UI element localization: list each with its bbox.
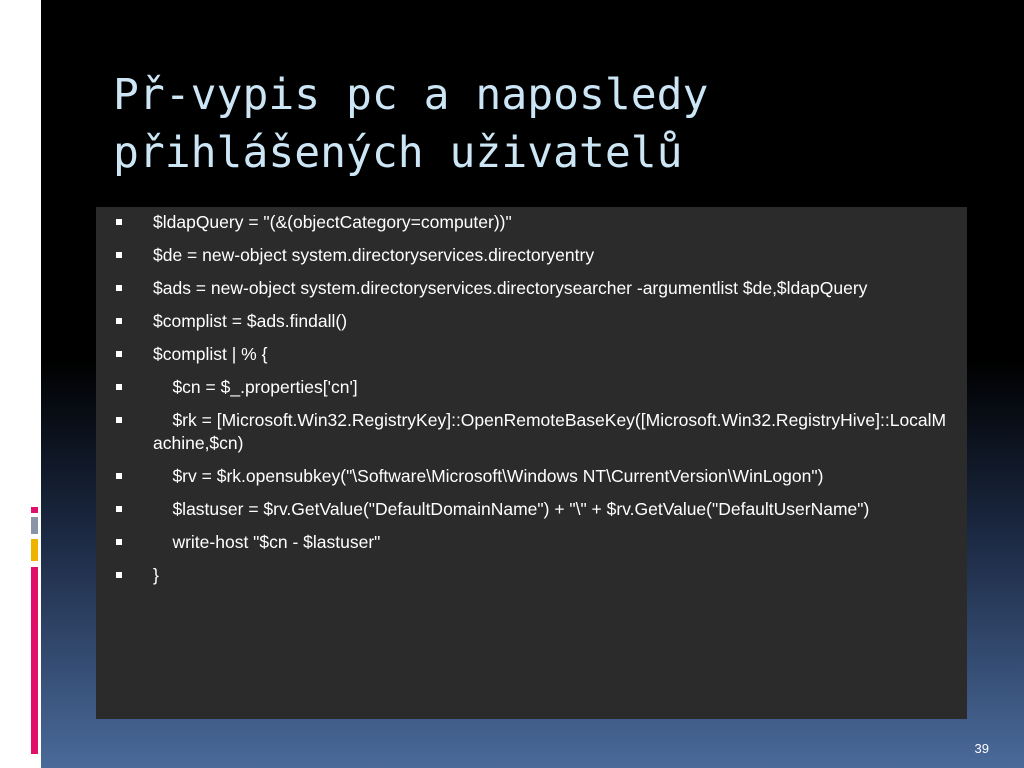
square-bullet-icon: [116, 219, 122, 225]
code-line: $lastuser = $rv.GetValue("DefaultDomainN…: [153, 499, 870, 519]
square-bullet-icon: [116, 252, 122, 258]
list-item: }: [96, 564, 967, 587]
code-line: $rk = [Microsoft.Win32.RegistryKey]::Ope…: [153, 410, 947, 453]
code-line: $complist = $ads.findall(): [153, 311, 348, 331]
code-line: write-host "$cn - $lastuser": [153, 532, 381, 552]
list-item: $ads = new-object system.directoryservic…: [96, 277, 967, 300]
accent-stripe-pink-long: [31, 567, 38, 754]
code-line: $ldapQuery = "(&(objectCategory=computer…: [153, 212, 512, 232]
square-bullet-icon: [116, 384, 122, 390]
code-bullet-list: $ldapQuery = "(&(objectCategory=computer…: [96, 207, 967, 587]
list-item: write-host "$cn - $lastuser": [96, 531, 967, 554]
square-bullet-icon: [116, 351, 122, 357]
code-content-box: $ldapQuery = "(&(objectCategory=computer…: [96, 207, 967, 719]
accent-stripe-gray: [31, 517, 38, 534]
list-item: $cn = $_.properties['cn']: [96, 376, 967, 399]
list-item: $complist | % {: [96, 343, 967, 366]
list-item: $rk = [Microsoft.Win32.RegistryKey]::Ope…: [96, 409, 967, 455]
square-bullet-icon: [116, 285, 122, 291]
square-bullet-icon: [116, 572, 122, 578]
list-item: $lastuser = $rv.GetValue("DefaultDomainN…: [96, 498, 967, 521]
code-line: }: [153, 565, 159, 585]
square-bullet-icon: [116, 417, 122, 423]
code-line: $rv = $rk.opensubkey("\Software\Microsof…: [153, 466, 824, 486]
code-line: $complist | % {: [153, 344, 268, 364]
square-bullet-icon: [116, 473, 122, 479]
list-item: $ldapQuery = "(&(objectCategory=computer…: [96, 211, 967, 234]
list-item: $complist = $ads.findall(): [96, 310, 967, 333]
square-bullet-icon: [116, 539, 122, 545]
accent-stripe-yellow: [31, 539, 38, 561]
list-item: $rv = $rk.opensubkey("\Software\Microsof…: [96, 465, 967, 488]
code-line: $ads = new-object system.directoryservic…: [153, 278, 868, 298]
slide-title: Př-vypis pc a naposledy přihlášených uži…: [113, 70, 709, 178]
square-bullet-icon: [116, 506, 122, 512]
square-bullet-icon: [116, 318, 122, 324]
list-item: $de = new-object system.directoryservice…: [96, 244, 967, 267]
code-line: $cn = $_.properties['cn']: [153, 377, 358, 397]
accent-stripe-pink-top: [31, 507, 38, 513]
page-number: 39: [974, 741, 989, 756]
code-line: $de = new-object system.directoryservice…: [153, 245, 595, 265]
